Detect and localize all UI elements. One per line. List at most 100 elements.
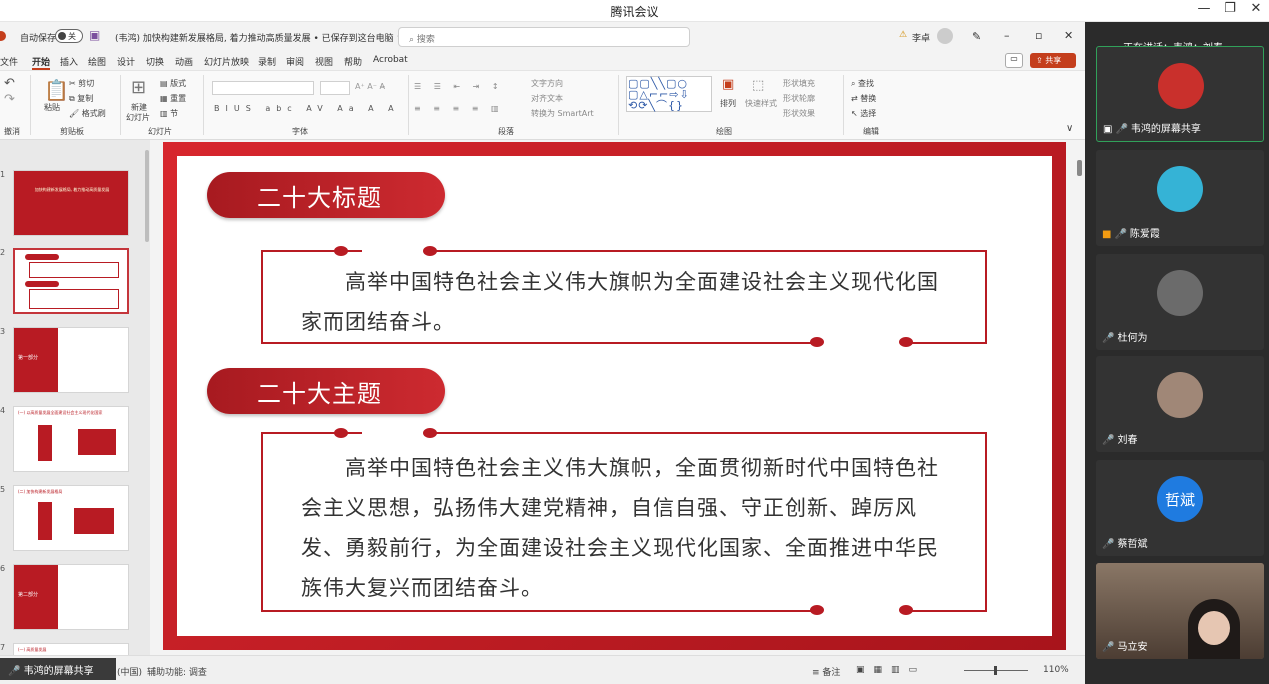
thumbnails-scrollbar-thumb[interactable]: [145, 150, 149, 242]
replace-button[interactable]: ⇄ 替换: [851, 93, 876, 104]
reset-button[interactable]: ▦ 重置: [160, 93, 186, 104]
tab-view[interactable]: 视图: [315, 55, 333, 68]
restore-icon[interactable]: ❐: [1219, 1, 1241, 16]
notes-button[interactable]: ≡ 备注: [812, 665, 840, 678]
undo-icon[interactable]: ↶: [4, 76, 15, 91]
search-input[interactable]: ⌕ 搜索: [398, 27, 690, 47]
collapse-ribbon-icon[interactable]: ∨: [1066, 123, 1073, 134]
new-slide-label-2[interactable]: 幻灯片: [126, 112, 150, 123]
view-buttons[interactable]: ▣▦▥▭: [856, 665, 926, 675]
tab-draw[interactable]: 绘图: [88, 55, 106, 68]
quick-styles-icon[interactable]: ⬚: [752, 78, 764, 93]
ppt-restore-icon[interactable]: ▫: [1035, 29, 1042, 42]
layout-button[interactable]: ▤ 版式: [160, 78, 186, 89]
thumb-title: (二) 加快构建新发展格局: [18, 489, 63, 494]
tab-file[interactable]: 文件: [0, 55, 18, 68]
tab-slideshow[interactable]: 幻灯片放映: [204, 55, 249, 68]
section-button[interactable]: ▥ 节: [160, 108, 178, 119]
copy-button[interactable]: ⧉ 复制: [69, 93, 93, 104]
font-name-select[interactable]: [212, 81, 314, 95]
share-label: 共享: [1045, 56, 1062, 65]
tab-design[interactable]: 设计: [117, 55, 135, 68]
paste-icon[interactable]: 📋: [44, 78, 69, 102]
tab-transitions[interactable]: 切换: [146, 55, 164, 68]
slide[interactable]: 二十大标题 高举中国特色社会主义伟大旗帜为全面建设社会主义现代化国家而团结奋斗。…: [163, 142, 1066, 650]
tab-home[interactable]: 开始: [32, 55, 51, 70]
cut-button[interactable]: ✂ 剪切: [69, 78, 94, 89]
search-icon: ⌕: [409, 35, 417, 45]
tab-help[interactable]: 帮助: [344, 55, 362, 68]
select-button[interactable]: ↖ 选择: [851, 108, 876, 119]
list-buttons[interactable]: ☰ ☰ ⇤ ⇥ ↕: [414, 82, 504, 91]
autosave-label: 自动保存: [20, 34, 57, 44]
find-button[interactable]: ⌕ 查找: [851, 78, 874, 89]
tab-acrobat[interactable]: Acrobat: [373, 55, 408, 65]
tab-record[interactable]: 录制: [258, 55, 276, 68]
replace-icon: ⇄: [851, 94, 861, 103]
slide-thumbnail[interactable]: (二) 加快构建新发展格局: [13, 485, 129, 551]
font-style-buttons[interactable]: BIUS abc AV Aa A A: [214, 104, 400, 113]
frame-gap: [362, 429, 427, 435]
screen-share-indicator[interactable]: 🎤 韦鸿的屏幕共享: [0, 658, 116, 680]
tab-insert[interactable]: 插入: [60, 55, 78, 68]
zoom-level[interactable]: 110%: [1043, 665, 1069, 675]
tab-animations[interactable]: 动画: [175, 55, 193, 68]
shape-outline-button[interactable]: 形状轮廓: [783, 93, 815, 104]
slide-thumbnail-selected[interactable]: [13, 248, 129, 314]
quick-styles-button[interactable]: 快速样式: [745, 98, 777, 109]
share-icon: ⇪: [1036, 56, 1046, 65]
paste-label[interactable]: 粘贴: [44, 102, 60, 113]
ppt-minimize-icon[interactable]: –: [1004, 29, 1010, 42]
align-text-button[interactable]: 对齐文本: [531, 93, 563, 104]
meeting-title: 腾讯会议: [610, 5, 659, 19]
slide-thumbnail[interactable]: 加快构建新发展格局, 着力推动高质量发展: [13, 170, 129, 236]
participant-tile-video[interactable]: 🎤 马立安: [1096, 563, 1264, 659]
tab-review[interactable]: 审阅: [286, 55, 304, 68]
slide-scrollbar[interactable]: [1075, 142, 1083, 650]
slide-theme-text: 高举中国特色社会主义伟大旗帜，全面贯彻新时代中国特色社会主义思想，弘扬伟大建党精…: [301, 456, 939, 600]
thumb-red-block: [78, 429, 116, 455]
shape-fill-button[interactable]: 形状填充: [783, 78, 815, 89]
copy-label: 复制: [77, 94, 94, 103]
participant-tile[interactable]: ■ 🎤 陈爱霞: [1096, 150, 1264, 246]
comments-icon[interactable]: ▭: [1005, 53, 1023, 68]
shape-effects-button[interactable]: 形状效果: [783, 108, 815, 119]
warning-icon[interactable]: ⚠: [899, 30, 907, 40]
zoom-slider-thumb[interactable]: [994, 666, 997, 675]
ppt-close-icon[interactable]: ✕: [1064, 29, 1073, 42]
participant-tile[interactable]: 🎤 刘春: [1096, 356, 1264, 452]
participant-tile[interactable]: 哲斌 🎤 蔡哲斌: [1096, 460, 1264, 556]
screen-share-label: 韦鸿的屏幕共享: [23, 666, 94, 677]
share-button[interactable]: ⇪ 共享: [1030, 53, 1076, 68]
participant-tile[interactable]: ▣ 🎤 韦鸿的屏幕共享: [1096, 46, 1264, 142]
font-size-select[interactable]: [320, 81, 350, 95]
arrange-icon[interactable]: ▣: [722, 77, 734, 92]
slide-scrollbar-thumb[interactable]: [1077, 160, 1082, 176]
format-painter-button[interactable]: 🖌 格式刷: [69, 108, 106, 119]
autosave-toggle[interactable]: 关: [55, 29, 83, 43]
smartart-button[interactable]: 转换为 SmartArt: [531, 108, 594, 119]
arrange-button[interactable]: 排列: [720, 98, 736, 109]
slide-thumbnail[interactable]: 第一部分: [13, 327, 129, 393]
shapes-gallery[interactable]: ▢▢╲╲▢○ ▢△⌐⌐⇨⇩ ⟲⟳╲⌒{}: [626, 76, 712, 112]
new-slide-icon[interactable]: ⊞: [131, 77, 146, 98]
participant-tile[interactable]: 🎤 杜何为: [1096, 254, 1264, 350]
editing-group-label: 编辑: [863, 127, 879, 136]
minimize-icon[interactable]: —: [1193, 1, 1215, 16]
redo-icon[interactable]: ↷: [4, 92, 15, 107]
thumb-red-block: [38, 425, 52, 461]
document-title[interactable]: (韦鸿) 加快构建新发展格局, 着力推动高质量发展 • 已保存到这台电脑 ∨: [115, 31, 403, 44]
slide-thumbnail[interactable]: (一) 以高质量发展全面建设社会主义现代化国家: [13, 406, 129, 472]
participant-name-text: 蔡哲斌: [1117, 539, 1148, 550]
user-avatar[interactable]: [937, 28, 953, 44]
pen-icon[interactable]: ✎: [972, 30, 981, 43]
close-icon[interactable]: ✕: [1245, 1, 1267, 16]
accessibility-status[interactable]: 辅助功能: 调查: [147, 665, 207, 678]
align-buttons[interactable]: ≡ ≡ ≡ ≡ ▥: [414, 104, 504, 113]
font-size-buttons[interactable]: A⁺ A⁻ A̶: [355, 82, 385, 91]
section-label: 节: [170, 109, 179, 118]
slide-thumbnail[interactable]: 第二部分: [13, 564, 129, 630]
frame-dot: [334, 428, 348, 438]
text-direction-button[interactable]: 文字方向: [531, 78, 563, 89]
save-icon[interactable]: ▣: [89, 28, 100, 42]
